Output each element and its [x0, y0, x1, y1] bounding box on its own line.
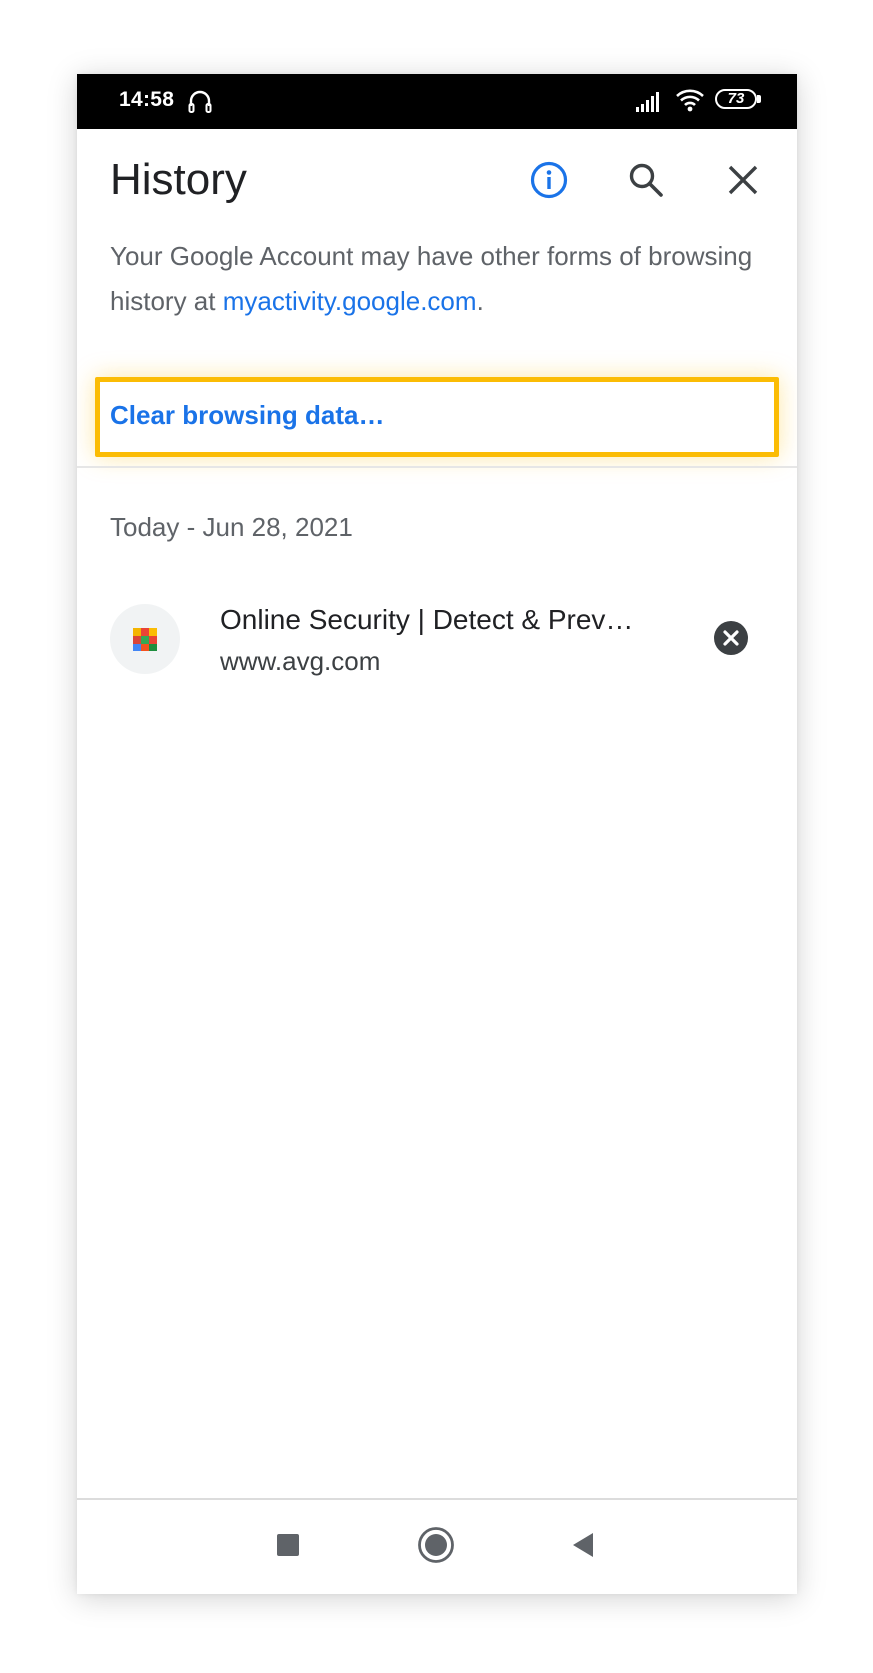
signal-icon — [636, 92, 659, 112]
site-favicon — [110, 604, 180, 674]
account-note-suffix: . — [476, 286, 484, 316]
info-icon — [530, 161, 568, 199]
status-bar: 14:58 73 — [77, 74, 797, 129]
page-title: History — [110, 155, 247, 204]
home-button[interactable] — [411, 1520, 461, 1570]
recents-button[interactable] — [263, 1520, 313, 1570]
wifi-icon — [676, 89, 704, 112]
battery-level: 73 — [727, 90, 745, 107]
date-header: Today - Jun 28, 2021 — [110, 512, 353, 542]
account-note: Your Google Account may have other forms… — [110, 234, 770, 324]
remove-item-icon[interactable] — [713, 620, 749, 656]
clear-browsing-data-label: Clear browsing data… — [110, 400, 385, 430]
navigation-bar — [77, 1500, 797, 1594]
back-icon — [573, 1533, 593, 1557]
clear-browsing-data-button[interactable]: Clear browsing data… — [95, 377, 779, 457]
history-item-title: Online Security | Detect & Prev… — [220, 604, 634, 635]
home-icon — [418, 1527, 454, 1563]
search-icon — [629, 163, 663, 197]
myactivity-link[interactable]: myactivity.google.com — [223, 286, 477, 316]
close-button[interactable] — [721, 158, 765, 202]
history-item-url: www.avg.com — [220, 646, 381, 676]
status-time: 14:58 — [119, 88, 175, 111]
search-button[interactable] — [624, 158, 668, 202]
divider — [77, 466, 797, 468]
recents-icon — [277, 1534, 299, 1556]
phone-frame: 14:58 73 History Your Google Account may… — [77, 74, 797, 1594]
history-item[interactable]: Online Security | Detect & Prev… www.avg… — [77, 604, 797, 694]
avg-favicon — [133, 628, 157, 651]
headphones-icon — [188, 90, 212, 113]
info-button[interactable] — [527, 158, 571, 202]
battery-icon: 73 — [715, 89, 763, 111]
back-button[interactable] — [558, 1520, 608, 1570]
close-icon — [728, 165, 758, 195]
